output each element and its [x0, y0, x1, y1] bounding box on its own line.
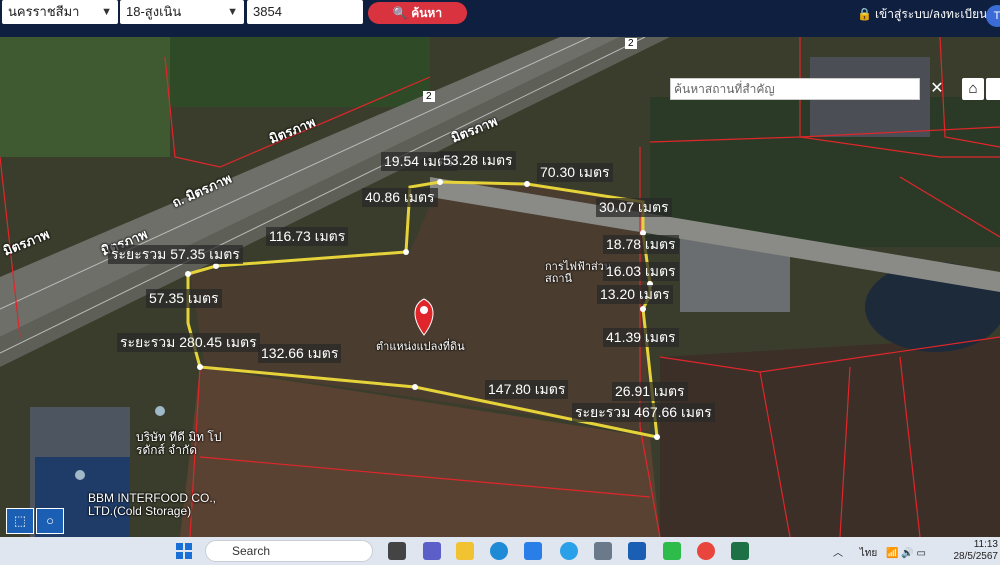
district-select[interactable]: 18-สูงเนิน ▼ — [120, 0, 244, 24]
login-link[interactable]: 🔒 เข้าสู่ระบบ/ลงทะเบียน — [857, 5, 987, 24]
store-icon[interactable] — [524, 542, 542, 560]
measurement-label: 116.73 เมตร — [266, 227, 349, 246]
vertex[interactable] — [197, 364, 203, 370]
route-shield: 2 — [625, 38, 637, 49]
poi-pin-icon[interactable] — [75, 470, 85, 480]
vertex[interactable] — [654, 434, 660, 440]
chevron-up-icon[interactable]: ︿ — [833, 548, 843, 559]
bbm-label: BBM INTERFOOD CO., LTD.(Cold Storage) — [88, 491, 216, 518]
security-icon[interactable] — [628, 542, 646, 560]
measurement-label: 13.20 เมตร — [597, 285, 673, 304]
place-search-input[interactable]: ค้นหาสถานที่สำคัญ — [670, 78, 920, 100]
vertex[interactable] — [524, 181, 530, 187]
measurement-label: 41.39 เมตร — [603, 328, 679, 347]
top-bar: นครราชสีมา ▼ 18-สูงเนิน ▼ 3854 🔍 ค้นหา 🔒 เข… — [0, 0, 1000, 37]
field-area — [660, 337, 1000, 537]
parcel-number-value: 3854 — [253, 4, 282, 19]
chrome-icon[interactable] — [697, 542, 715, 560]
draw-tools: ⬚ ○ — [6, 508, 66, 534]
battery-icon[interactable]: ▭ — [917, 548, 926, 559]
camera-icon[interactable] — [594, 542, 612, 560]
file-explorer-icon[interactable] — [456, 542, 474, 560]
pin-label: ตำแหน่งแปลงที่ดิน — [376, 341, 465, 353]
field-area — [170, 37, 430, 107]
taskbar-search[interactable]: Search — [205, 540, 373, 562]
measurement-label: 18.78 เมตร — [603, 235, 679, 254]
vertex[interactable] — [437, 179, 443, 185]
app: นครราชสีมา ▼ 18-สูงเนิน ▼ 3854 🔍 ค้นหา 🔒 เข… — [0, 0, 1000, 565]
home-icon[interactable]: ⌂ — [962, 78, 984, 100]
search-button-label: ค้นหา — [411, 6, 443, 20]
close-icon[interactable]: ✕ — [922, 78, 952, 100]
clock[interactable]: 11:13 28/5/2567 — [948, 539, 999, 563]
measurement-label: 70.30 เมตร — [537, 163, 613, 182]
measurement-label: 147.80 เมตร — [485, 380, 569, 399]
excel-icon[interactable] — [731, 542, 749, 560]
company-label: บริษัท ทีดี มิท โปรดักส์ จำกัด — [136, 430, 222, 457]
system-tray: ︿ ไทย 📶 🔊 ▭ — [833, 544, 926, 561]
volume-icon[interactable]: 🔊 — [901, 548, 913, 559]
measurement-label: 30.07 เมตร — [596, 198, 672, 217]
province-value: นครราชสีมา — [8, 4, 80, 19]
vertex[interactable] — [403, 249, 409, 255]
measurement-label: ระยะรวม 467.66 เมตร — [572, 403, 715, 422]
search-icon: 🔍 — [392, 6, 408, 20]
search-button[interactable]: 🔍 ค้นหา — [368, 2, 467, 24]
date: 28/5/2567 — [953, 551, 999, 562]
map-view[interactable]: มิตรภาพ มิตรภาพ ถ. มิตรภาพ มิตรภาพ มิตรภ… — [0, 37, 1000, 537]
route-shield: 2 — [423, 91, 435, 102]
district-value: 18-สูงเนิน — [126, 4, 182, 19]
vertex[interactable] — [412, 384, 418, 390]
teams-icon[interactable] — [423, 542, 441, 560]
chevron-down-icon: ▼ — [101, 6, 112, 18]
measurement-label: 40.86 เมตร — [362, 188, 438, 207]
help-icon[interactable] — [560, 542, 578, 560]
measurement-label: 16.03 เมตร — [603, 262, 679, 281]
layers-button[interactable] — [986, 78, 1000, 100]
measurement-label: 26.91 เมตร — [612, 382, 688, 401]
avatar[interactable]: T — [986, 5, 1000, 27]
taskbar: 🔍 Search ︿ ไทย 📶 🔊 ▭ 11:13 28/5/2567 — [0, 537, 1000, 565]
measurement-label: 53.28 เมตร — [440, 151, 516, 170]
vertex[interactable] — [640, 306, 646, 312]
time: 11:13 — [973, 539, 998, 550]
login-label: เข้าสู่ระบบ/ลงทะเบียน — [874, 7, 988, 21]
lock-icon: 🔒 — [857, 7, 872, 21]
chevron-down-icon: ▼ — [227, 6, 238, 18]
pin-center — [420, 306, 428, 314]
language-indicator[interactable]: ไทย — [860, 548, 877, 559]
measurement-label: ระยะรวม 280.45 เมตร — [117, 333, 260, 352]
vertex[interactable] — [185, 271, 191, 277]
polygon-tool-icon[interactable]: ⬚ — [6, 508, 34, 534]
poi-pin-icon[interactable] — [155, 406, 165, 416]
map-canvas — [0, 37, 1000, 537]
wifi-icon[interactable]: 📶 — [886, 548, 898, 559]
edge-icon[interactable] — [490, 542, 508, 560]
parcel-number-input[interactable]: 3854 — [247, 0, 363, 24]
circle-tool-icon[interactable]: ○ — [36, 508, 64, 534]
windows-start-icon[interactable] — [176, 543, 192, 559]
measurement-label: ระยะรวม 57.35 เมตร — [108, 245, 243, 264]
field-area — [0, 37, 170, 157]
measurement-label: 57.35 เมตร — [146, 289, 222, 308]
line-icon[interactable] — [663, 542, 681, 560]
task-view-icon[interactable] — [388, 542, 406, 560]
province-select[interactable]: นครราชสีมา ▼ — [2, 0, 118, 24]
measurement-label: 132.66 เมตร — [258, 344, 342, 363]
